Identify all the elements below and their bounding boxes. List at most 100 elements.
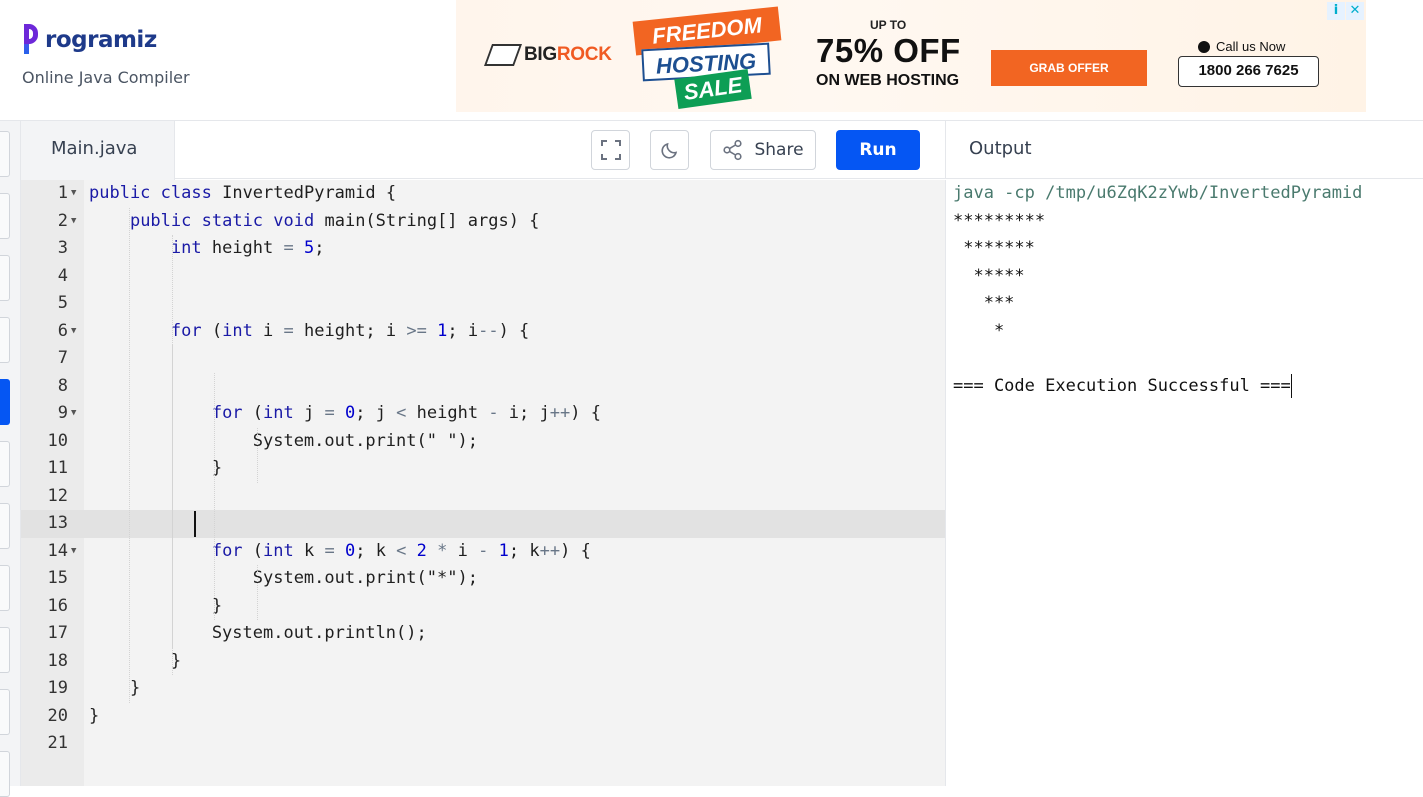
language-tab[interactable] <box>0 255 10 301</box>
ad-call-label: Call us Now <box>1198 39 1285 54</box>
ad-brand-part2: ROCK <box>556 44 612 65</box>
ad-choices[interactable]: i ✕ <box>1326 2 1364 20</box>
editor-toolbar: Main.java Share Run <box>21 121 945 180</box>
code-text: for (int j = 0; j < height - i; j++) { <box>211 403 601 423</box>
fold-arrow-icon[interactable]: ▼ <box>71 180 76 208</box>
code-line[interactable]: 5 <box>21 290 945 318</box>
language-tab[interactable] <box>0 565 10 611</box>
share-icon <box>723 139 743 161</box>
code-line[interactable]: 10 System.out.print(" "); <box>21 428 945 456</box>
ad-upto: UP TO <box>870 18 907 32</box>
output-line: ********* <box>953 210 1046 231</box>
theme-toggle-button[interactable] <box>650 130 689 170</box>
share-button[interactable]: Share <box>710 130 816 170</box>
line-number: 18 <box>47 650 68 671</box>
indent-guide <box>214 372 215 620</box>
text-cursor <box>194 511 196 537</box>
code-line[interactable]: 20} <box>21 703 945 731</box>
code-text: for (int k = 0; k < 2 * i - 1; k++) { <box>211 540 591 561</box>
code-line[interactable]: 6 ▼ for (int i = height; i >= 1; i--) { <box>21 318 945 346</box>
code-text: System.out.print("*"); <box>89 568 478 588</box>
ad-grab-offer-button[interactable]: GRAB OFFER <box>991 50 1147 86</box>
programiz-logo[interactable]: rogramiz <box>22 22 157 58</box>
advertisement-banner[interactable]: BIG ROCK FREEDOM HOSTING SALE UP TO 75% O… <box>456 0 1366 112</box>
code-line[interactable]: 19 } <box>21 675 945 703</box>
indent-guide <box>257 427 258 483</box>
code-line[interactable]: 12 <box>21 483 945 511</box>
line-number: 8 <box>57 375 68 396</box>
line-number: 12 <box>47 485 68 506</box>
page-subtitle: Online Java Compiler <box>22 68 190 87</box>
language-tab[interactable] <box>0 751 10 797</box>
code-line[interactable]: 4 <box>21 263 945 291</box>
language-tab[interactable] <box>0 503 10 549</box>
code-line[interactable]: 1 ▼ public class InvertedPyramid { <box>21 180 945 208</box>
ad-info-icon[interactable]: i <box>1327 2 1345 20</box>
code-line[interactable]: 18 } <box>21 648 945 676</box>
language-tab-active[interactable] <box>0 379 10 425</box>
line-number: 11 <box>47 458 68 478</box>
code-line[interactable]: 15 System.out.print("*"); <box>21 565 945 593</box>
run-button[interactable]: Run <box>836 130 920 170</box>
output-console[interactable]: java -cp /tmp/u6ZqK2zYwb/InvertedPyramid… <box>945 180 1423 786</box>
fullscreen-button[interactable] <box>591 130 630 170</box>
code-line[interactable]: 13 <box>21 510 945 538</box>
output-line: === Code Execution Successful === <box>953 373 1292 398</box>
line-number: 6 <box>57 320 68 341</box>
code-text: public static void main(String[] args) { <box>129 210 540 231</box>
language-tab[interactable] <box>0 131 10 177</box>
line-number: 7 <box>57 348 68 368</box>
language-tab[interactable] <box>0 627 10 673</box>
line-number: 3 <box>57 238 68 258</box>
fold-arrow-icon[interactable]: ▼ <box>71 208 76 236</box>
language-tab[interactable] <box>0 193 10 239</box>
code-text: } <box>89 595 223 616</box>
code-line[interactable]: 17 System.out.println(); <box>21 620 945 648</box>
left-language-strip <box>0 121 21 797</box>
fold-arrow-icon[interactable]: ▼ <box>71 400 76 428</box>
line-number: 21 <box>47 733 68 753</box>
line-number: 10 <box>47 430 68 451</box>
file-tab-main-java[interactable]: Main.java <box>21 121 175 180</box>
phone-icon <box>1198 40 1210 53</box>
code-editor[interactable]: 1 ▼ public class InvertedPyramid {2 ▼ publi… <box>21 180 945 786</box>
line-number: 4 <box>57 265 68 286</box>
code-line[interactable]: 7 <box>21 345 945 373</box>
line-number: 17 <box>47 623 68 643</box>
code-line[interactable]: 3 int height = 5; <box>21 235 945 263</box>
code-line[interactable]: 21 <box>21 730 945 758</box>
line-number: 9 <box>57 403 68 423</box>
fold-arrow-icon[interactable]: ▼ <box>71 538 76 566</box>
site-header: rogramiz Online Java Compiler BIG ROCK FR… <box>0 0 1423 121</box>
code-line[interactable]: 16 } <box>21 593 945 621</box>
code-text: } <box>89 458 223 478</box>
code-line[interactable]: 14 ▼ for (int k = 0; k < 2 * i - 1; k++) … <box>21 538 945 566</box>
line-number: 2 <box>57 210 68 231</box>
fold-arrow-icon[interactable]: ▼ <box>71 318 76 346</box>
code-line[interactable]: 11 } <box>21 455 945 483</box>
moon-icon <box>660 142 677 159</box>
language-tab[interactable] <box>0 441 10 487</box>
ad-close-icon[interactable]: ✕ <box>1346 2 1364 20</box>
ad-discount: 75% OFF <box>816 32 961 69</box>
ad-discount-sub: ON WEB HOSTING <box>816 72 960 89</box>
ad-brand-part1: BIG <box>524 44 557 65</box>
line-number: 19 <box>47 678 68 698</box>
programiz-logo-icon <box>22 22 44 58</box>
output-title: Output <box>945 121 1423 179</box>
ad-brand-logo: BIG ROCK <box>483 44 612 66</box>
code-line[interactable]: 8 <box>21 373 945 401</box>
language-tab[interactable] <box>0 317 10 363</box>
line-number: 20 <box>47 705 68 726</box>
line-number: 16 <box>47 595 68 616</box>
output-line: * <box>953 320 1005 341</box>
ad-phone-number[interactable]: 1800 266 7625 <box>1178 56 1319 87</box>
output-line: ******* <box>953 238 1035 258</box>
code-text: System.out.println(); <box>89 623 427 643</box>
code-text: for (int i = height; i >= 1; i--) { <box>170 320 530 341</box>
code-line[interactable]: 9 ▼ for (int j = 0; j < height - i; j++) … <box>21 400 945 428</box>
logo-text: rogramiz <box>45 27 157 53</box>
language-tab[interactable] <box>0 689 10 735</box>
code-line[interactable]: 2 ▼ public static void main(String[] args… <box>21 208 945 236</box>
share-label: Share <box>754 140 804 160</box>
